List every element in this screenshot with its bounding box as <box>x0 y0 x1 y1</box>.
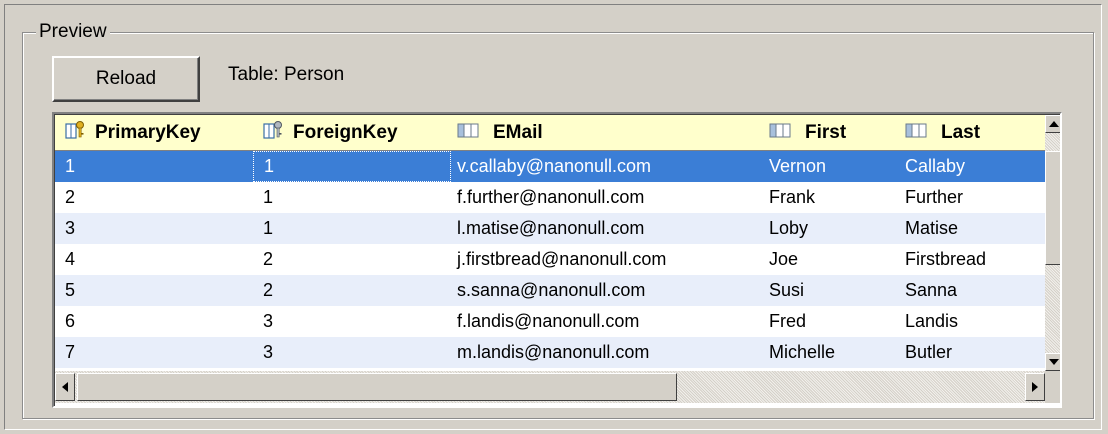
cell-last[interactable]: Matise <box>897 213 1045 244</box>
cell-first[interactable]: Susi <box>761 275 897 306</box>
table-row[interactable]: 6 3 f.landis@nanonull.com Fred Landis <box>55 306 1045 337</box>
table-row[interactable]: 3 1 l.matise@nanonull.com Loby Matise <box>55 213 1045 244</box>
cell-foreignkey[interactable]: 1 <box>253 182 451 213</box>
column-header-first[interactable]: First <box>761 115 897 150</box>
column-header-email[interactable]: EMail <box>451 115 761 150</box>
cell-primarykey[interactable]: 2 <box>55 182 253 213</box>
cell-foreignkey[interactable]: 3 <box>253 337 451 368</box>
table-row[interactable]: 2 1 f.further@nanonull.com Frank Further <box>55 182 1045 213</box>
cell-email[interactable]: v.callaby@nanonull.com <box>451 151 761 182</box>
arrow-down-icon <box>1049 359 1059 365</box>
column-icon <box>457 121 479 145</box>
cell-email[interactable]: f.landis@nanonull.com <box>451 306 761 337</box>
horizontal-scrollbar[interactable] <box>55 371 1045 403</box>
cell-foreignkey[interactable]: 3 <box>253 306 451 337</box>
foreign-key-icon <box>263 120 285 146</box>
arrow-right-icon <box>1032 382 1038 392</box>
column-icon <box>905 121 927 145</box>
cell-email[interactable]: m.landis@nanonull.com <box>451 337 761 368</box>
grid-body: 1 1 v.callaby@nanonull.com Vernon Callab… <box>55 151 1045 368</box>
grid-header: PrimaryKey ForeignKey EMail First Last <box>55 115 1045 151</box>
primary-key-icon <box>65 120 87 146</box>
cell-email[interactable]: j.firstbread@nanonull.com <box>451 244 761 275</box>
cell-last[interactable]: Sanna <box>897 275 1045 306</box>
cell-last[interactable]: Butler <box>897 337 1045 368</box>
cell-email[interactable]: l.matise@nanonull.com <box>451 213 761 244</box>
table-name-label: Table: Person <box>228 64 345 85</box>
vertical-scroll-thumb[interactable] <box>1045 151 1060 265</box>
cell-first[interactable]: Michelle <box>761 337 897 368</box>
cell-last[interactable]: Landis <box>897 306 1045 337</box>
cell-foreignkey[interactable]: 1 <box>253 151 451 182</box>
preview-grid[interactable]: PrimaryKey ForeignKey EMail First Last 1… <box>52 112 1062 408</box>
cell-primarykey[interactable]: 7 <box>55 337 253 368</box>
table-row[interactable]: 4 2 j.firstbread@nanonull.com Joe Firstb… <box>55 244 1045 275</box>
column-header-label: ForeignKey <box>293 121 398 143</box>
cell-first[interactable]: Fred <box>761 306 897 337</box>
column-header-primarykey[interactable]: PrimaryKey <box>55 115 253 150</box>
cell-last[interactable]: Firstbread <box>897 244 1045 275</box>
column-header-foreignkey[interactable]: ForeignKey <box>253 115 451 150</box>
arrow-left-icon <box>62 382 68 392</box>
cell-primarykey[interactable]: 6 <box>55 306 253 337</box>
scroll-up-button[interactable] <box>1045 115 1060 133</box>
table-row[interactable]: 7 3 m.landis@nanonull.com Michelle Butle… <box>55 337 1045 368</box>
table-row[interactable]: 5 2 s.sanna@nanonull.com Susi Sanna <box>55 275 1045 306</box>
column-header-last[interactable]: Last <box>897 115 1045 150</box>
vertical-scrollbar[interactable] <box>1045 115 1060 371</box>
column-icon <box>769 121 791 145</box>
cell-first[interactable]: Vernon <box>761 151 897 182</box>
cell-foreignkey[interactable]: 2 <box>253 275 451 306</box>
cell-foreignkey[interactable]: 2 <box>253 244 451 275</box>
table-row[interactable]: 1 1 v.callaby@nanonull.com Vernon Callab… <box>55 151 1045 182</box>
scrollbar-corner <box>1045 371 1060 403</box>
scroll-down-button[interactable] <box>1045 353 1060 371</box>
cell-primarykey[interactable]: 5 <box>55 275 253 306</box>
cell-last[interactable]: Further <box>897 182 1045 213</box>
preview-group-title: Preview <box>36 21 110 43</box>
column-header-label: First <box>805 121 847 143</box>
scroll-right-button[interactable] <box>1025 373 1045 401</box>
column-header-label: PrimaryKey <box>95 121 201 143</box>
column-header-label: EMail <box>493 121 543 143</box>
scroll-left-button[interactable] <box>55 373 75 401</box>
cell-first[interactable]: Frank <box>761 182 897 213</box>
cell-last[interactable]: Callaby <box>897 151 1045 182</box>
cell-primarykey[interactable]: 1 <box>55 151 253 182</box>
cell-primarykey[interactable]: 3 <box>55 213 253 244</box>
cell-email[interactable]: f.further@nanonull.com <box>451 182 761 213</box>
reload-button[interactable]: Reload <box>52 56 200 102</box>
cell-email[interactable]: s.sanna@nanonull.com <box>451 275 761 306</box>
column-header-label: Last <box>941 121 981 143</box>
arrow-up-icon <box>1049 121 1059 127</box>
cell-primarykey[interactable]: 4 <box>55 244 253 275</box>
cell-first[interactable]: Loby <box>761 213 897 244</box>
horizontal-scroll-thumb[interactable] <box>77 373 677 401</box>
cell-foreignkey[interactable]: 1 <box>253 213 451 244</box>
cell-first[interactable]: Joe <box>761 244 897 275</box>
